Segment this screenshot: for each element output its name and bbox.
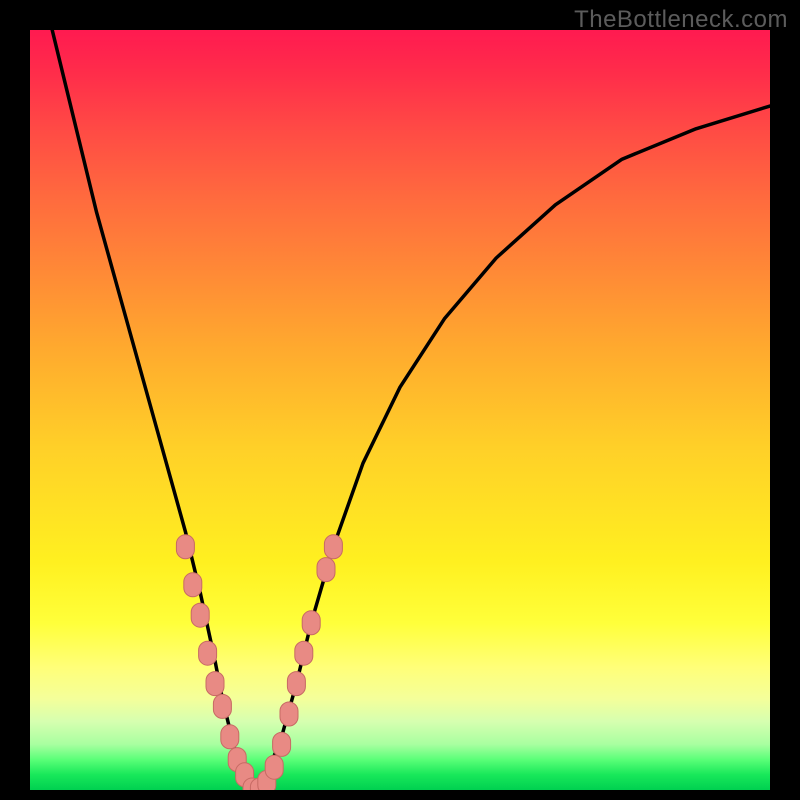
data-point: [199, 641, 217, 665]
data-point: [273, 732, 291, 756]
data-point: [302, 611, 320, 635]
data-point: [176, 535, 194, 559]
data-point: [324, 535, 342, 559]
data-point: [191, 603, 209, 627]
data-point: [213, 694, 231, 718]
data-point: [206, 672, 224, 696]
bottleneck-curve-path: [52, 30, 770, 790]
points-group: [176, 535, 342, 790]
data-point: [287, 672, 305, 696]
watermark-text: TheBottleneck.com: [574, 6, 788, 34]
data-point: [317, 558, 335, 582]
chart-frame: TheBottleneck.com: [0, 0, 800, 800]
data-point: [184, 573, 202, 597]
bottleneck-curve-svg: [30, 30, 770, 790]
data-point: [221, 725, 239, 749]
data-point: [295, 641, 313, 665]
data-point: [265, 755, 283, 779]
data-point: [280, 702, 298, 726]
curve-group: [52, 30, 770, 790]
plot-area: [30, 30, 770, 790]
